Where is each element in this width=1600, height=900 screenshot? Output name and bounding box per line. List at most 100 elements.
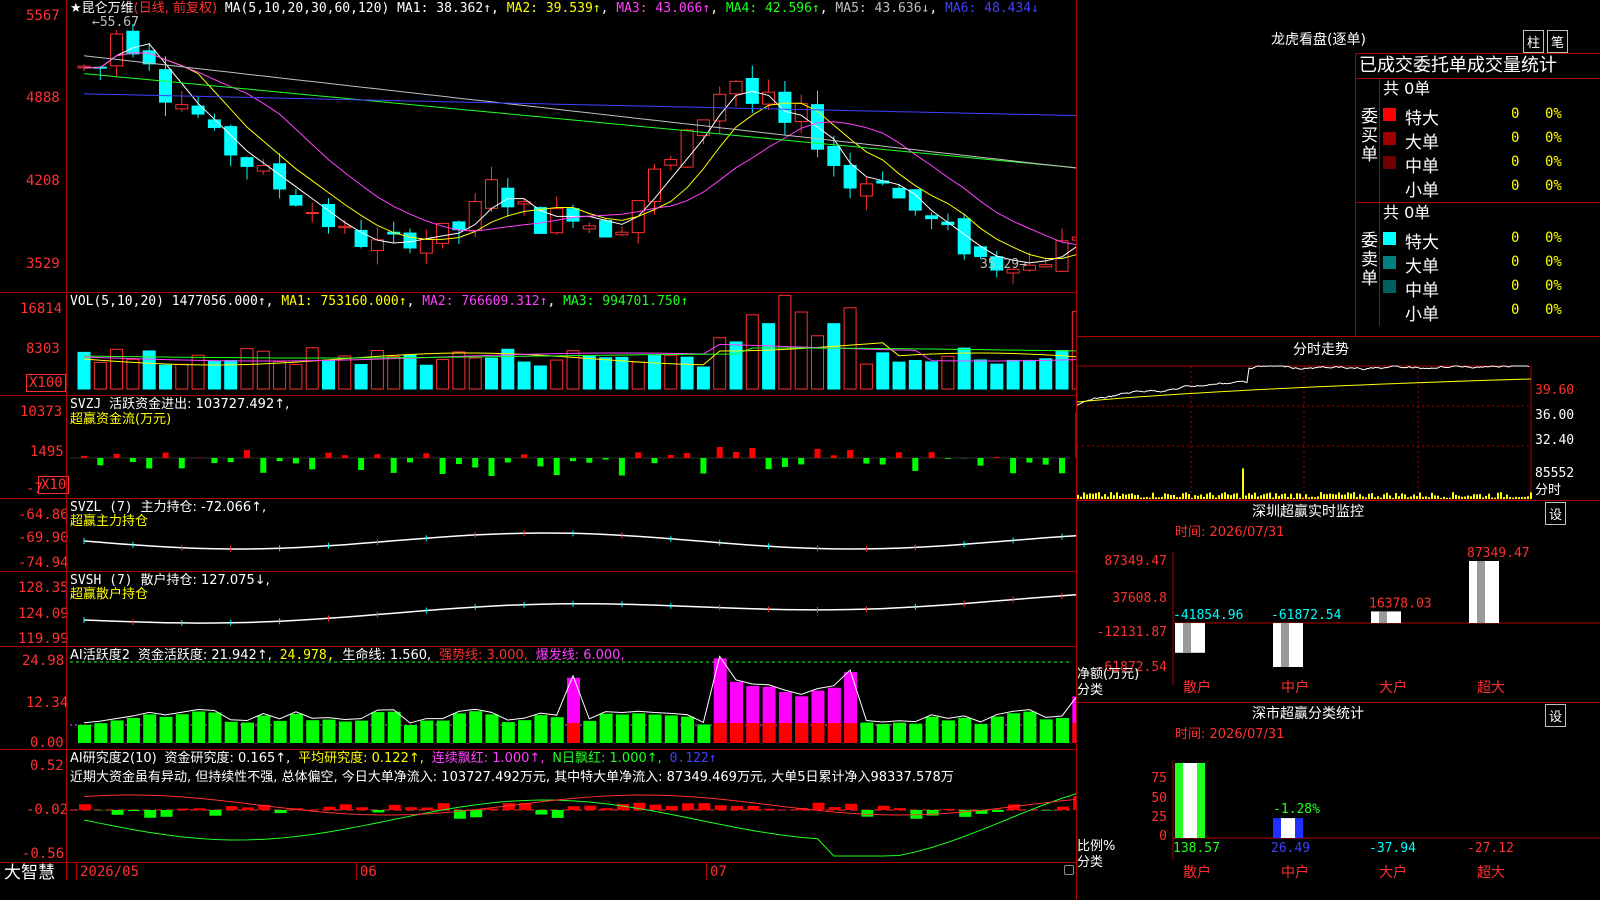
kline-chart[interactable] — [0, 0, 1076, 292]
intraday-vol-bar — [1260, 495, 1262, 499]
activity-bar — [925, 716, 939, 743]
intraday-vol-bar — [1521, 496, 1523, 499]
intraday-chart[interactable] — [1077, 360, 1600, 500]
intraday-y-tick-1: 36.00 — [1535, 408, 1575, 423]
intraday-vol-bar — [1116, 492, 1118, 499]
intraday-vol-bar — [1503, 497, 1505, 499]
date-tick-1: 06 — [360, 864, 377, 880]
activity-base — [795, 723, 809, 743]
intraday-vol-bar — [1470, 496, 1472, 499]
period-label: (日线, 前复权) — [133, 1, 218, 16]
research-bar — [274, 810, 287, 814]
svzl-panel[interactable]: SVZL (7) 主力持仓: -72.066↑, 超赢主力持仓 -64.86 -… — [0, 499, 1076, 571]
flow-bar — [423, 453, 430, 458]
sell-swatch-icon — [1383, 304, 1396, 317]
intraday-vol-bar — [1161, 496, 1163, 499]
flow-bar — [733, 452, 739, 458]
candle-body — [892, 187, 906, 199]
monitor-cat-label: 超大 — [1477, 680, 1505, 696]
classify-bar-label: 138.57 — [1173, 841, 1220, 856]
candle-body — [648, 168, 661, 202]
intraday-vol-bar — [1500, 492, 1502, 499]
activity-bar — [632, 713, 646, 743]
lock-icon[interactable] — [1064, 865, 1074, 875]
flow-bar — [439, 458, 446, 474]
buy-row: 中单 0 0% — [1381, 152, 1600, 177]
candle-body — [370, 239, 384, 252]
intraday-vol-bar — [1341, 494, 1343, 499]
intraday-vol-bar — [1128, 493, 1130, 499]
volume-bar — [77, 351, 91, 390]
intraday-vol-bar — [1251, 494, 1253, 499]
ai-active-panel[interactable]: AI活跃度2 资金活跃度: 21.942↑, 24.978, 生命线: 1.56… — [0, 647, 1076, 751]
research-bar — [698, 803, 711, 810]
buy-row-count: 0 — [1511, 130, 1520, 146]
intraday-vol-bar — [1179, 496, 1181, 499]
research-bar — [584, 805, 597, 810]
intraday-vol-bar — [1152, 492, 1154, 499]
ai-active-label1: 资金活跃度: 21.942↑, — [137, 648, 272, 663]
activity-bar — [664, 715, 678, 743]
svsh-panel[interactable]: SVSH (7) 散户持仓: 127.075↓, 超赢散户持仓 128.35 1… — [0, 572, 1076, 647]
ma2-value: MA2: 39.539↑ — [506, 1, 601, 16]
monitor-bar-group — [1175, 623, 1205, 653]
monitor-chart: 87349.47 37608.8 -12131.87 -61872.54 -41854.… — [1097, 546, 1600, 696]
monitor-bar-shade — [1477, 561, 1485, 624]
volume-bar — [762, 323, 776, 390]
intraday-vol-bar — [1119, 496, 1121, 499]
activity-bar — [518, 720, 532, 743]
volume-bar — [175, 363, 189, 390]
intraday-vol-bar — [1413, 494, 1415, 499]
candle-body — [925, 215, 939, 220]
volume-bar — [827, 323, 841, 390]
volume-bar — [110, 348, 124, 390]
candle-body — [240, 157, 254, 167]
intraday-vol-bar — [1083, 492, 1085, 499]
ai-research-label3: 连续飘红: 1.000↑, — [431, 751, 545, 766]
research-bar — [665, 806, 678, 810]
research-bar — [242, 807, 254, 810]
monitor-settings-button[interactable]: 设 — [1545, 502, 1567, 525]
intraday-vol-bar — [1077, 494, 1079, 499]
flow-bar — [292, 458, 299, 464]
buy-row-pct: 0% — [1545, 106, 1562, 122]
flow-bar — [651, 458, 658, 464]
buy-swatch-icon — [1383, 180, 1396, 193]
intraday-vol-bar — [1311, 496, 1313, 499]
flow-bar — [244, 450, 250, 458]
intraday-vol-bar — [1482, 497, 1484, 499]
svsh-label: 散户持仓: 127.075↓, — [140, 573, 270, 588]
classify-y-tick: 0 — [1159, 829, 1167, 844]
vol-panel[interactable]: VOL(5,10,20) 1477056.000↑, MA1: 753160.0… — [0, 293, 1076, 395]
research-bar — [388, 804, 401, 810]
bar-mode-button[interactable]: 柱 — [1523, 30, 1545, 53]
flow-bar — [863, 458, 870, 464]
classify-bar-group — [1175, 763, 1205, 838]
research-bar — [568, 806, 580, 810]
intraday-vol-bar — [1158, 497, 1160, 499]
volume-bar — [599, 357, 613, 390]
flow-bar — [993, 457, 1000, 458]
ai-research-panel[interactable]: AI研究度2(10) 资金研究度: 0.165↑, 平均研究度: 0.122↑,… — [0, 750, 1076, 862]
candle-body — [110, 33, 124, 67]
flow-bar — [749, 448, 756, 458]
intraday-vol-bar — [1506, 494, 1508, 499]
intraday-vol-bar — [1278, 495, 1280, 499]
research-bar — [1040, 810, 1053, 811]
activity-base — [746, 723, 760, 743]
pen-mode-button[interactable]: 笔 — [1547, 30, 1569, 53]
ma4-value: MA4: 42.596↑ — [725, 1, 820, 16]
intraday-vol-bar — [1314, 497, 1316, 499]
classify-settings-button[interactable]: 设 — [1545, 704, 1567, 727]
activity-bar — [534, 715, 548, 743]
sell-total: 共 0单 — [1383, 203, 1431, 222]
candle-body — [582, 225, 596, 230]
volume-bar — [289, 363, 303, 390]
kline-panel[interactable]: ★昆仑万维(日线, 前复权) MA(5,10,20,30,60,120) MA1… — [0, 0, 1076, 292]
ai-active-label4: 强势线: 3.000, — [439, 648, 528, 663]
intraday-vol-bar — [1326, 494, 1328, 499]
svzj-panel[interactable]: SVZJ 活跃资金进出: 103727.492↑, 超赢资金流(万元) 1037… — [0, 396, 1076, 498]
activity-bar — [599, 713, 613, 743]
act-y-tick-0: 24.98 — [22, 653, 65, 669]
activity-bar — [224, 721, 238, 743]
